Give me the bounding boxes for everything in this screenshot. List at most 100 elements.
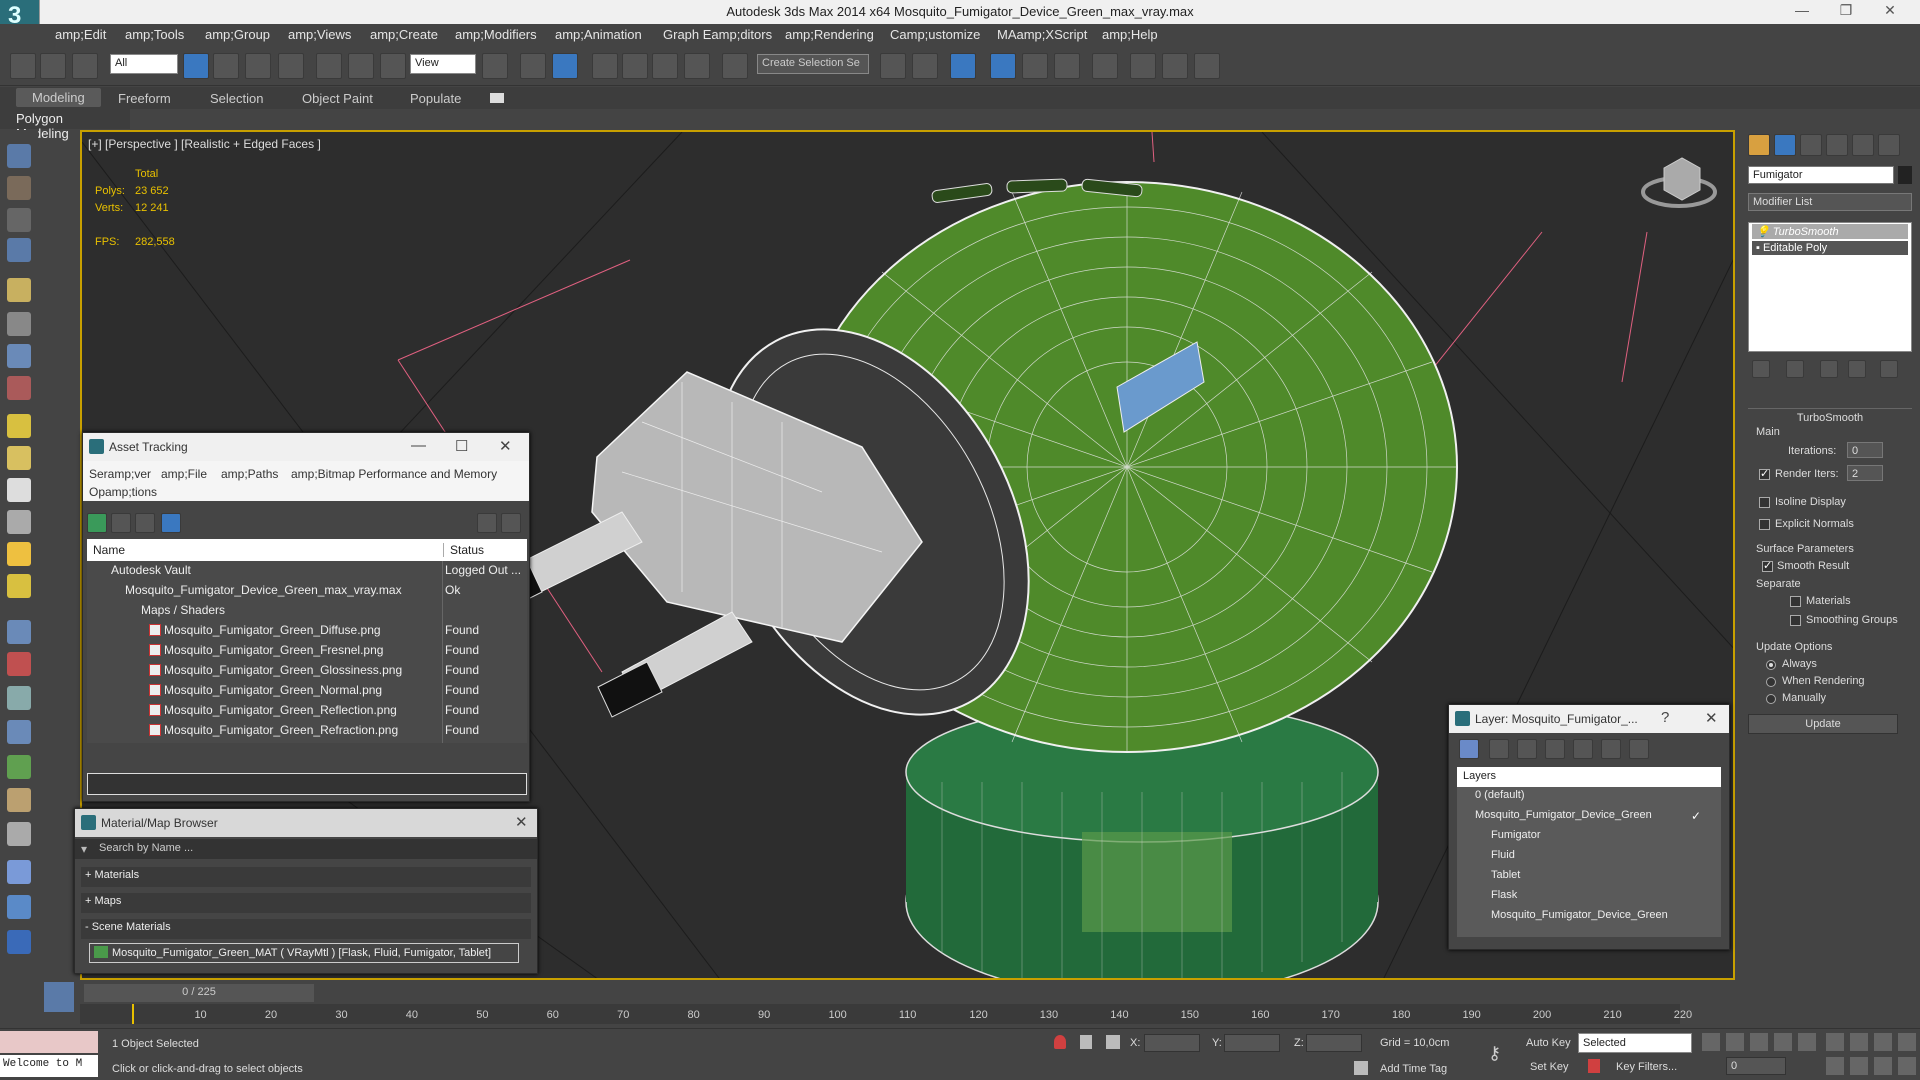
close-icon[interactable]: ✕ xyxy=(515,813,528,831)
list-item[interactable]: Mosquito_Fumigator_Device_Green xyxy=(1491,909,1668,929)
rendered-frame-icon[interactable] xyxy=(1162,53,1188,79)
search-input[interactable]: Search by Name ... xyxy=(99,842,193,854)
table-row[interactable]: Mosquito_Fumigator_Green_Fresnel.png xyxy=(149,643,383,663)
zoom-extents-icon[interactable] xyxy=(1874,1033,1892,1051)
create-layer-icon[interactable] xyxy=(1459,739,1479,759)
render-iters-checkbox[interactable] xyxy=(1759,467,1770,480)
menu-rendering[interactable]: amp;Rendering xyxy=(785,27,874,42)
curve-editor-icon[interactable] xyxy=(1022,53,1048,79)
settings-icon[interactable] xyxy=(501,513,521,533)
goto-start-icon[interactable] xyxy=(1702,1033,1720,1051)
select-object-icon[interactable] xyxy=(183,53,209,79)
link-icon[interactable] xyxy=(10,53,36,79)
play-icon[interactable] xyxy=(1750,1033,1768,1051)
set-key-button[interactable]: Set Key xyxy=(1530,1061,1569,1073)
key-filter-icon[interactable] xyxy=(1588,1059,1600,1073)
menu-paths[interactable]: amp;Paths xyxy=(221,467,278,487)
tab-populate[interactable]: Populate xyxy=(410,91,461,106)
zoom-extents-all-icon[interactable] xyxy=(1898,1033,1916,1051)
camera-icon[interactable] xyxy=(7,312,31,336)
maximize-button[interactable]: ❐ xyxy=(1826,2,1866,22)
table-row[interactable]: Mosquito_Fumigator_Device_Green_max_vray… xyxy=(125,583,402,603)
mirror-icon[interactable] xyxy=(880,53,906,79)
sphere-icon[interactable] xyxy=(7,446,31,470)
rotate-icon[interactable] xyxy=(348,53,374,79)
edit-named-selection-icon[interactable] xyxy=(722,53,748,79)
object-color-swatch[interactable] xyxy=(1898,166,1912,184)
key-icon[interactable]: ⚷ xyxy=(1488,1043,1501,1064)
group-scene-materials[interactable]: - Scene Materials xyxy=(81,919,531,939)
table-row[interactable]: Mosquito_Fumigator_Green_Diffuse.png xyxy=(149,623,381,643)
angle-snap-icon[interactable] xyxy=(622,53,648,79)
selection-filter-select[interactable]: All xyxy=(110,54,178,74)
menu-options[interactable]: Opamp;tions xyxy=(89,485,157,505)
named-selection-set[interactable]: Create Selection Se xyxy=(757,54,869,74)
window-crossing-icon[interactable] xyxy=(278,53,304,79)
sphere-tool-icon[interactable] xyxy=(7,860,31,884)
create-tab-icon[interactable] xyxy=(1748,134,1770,156)
bind-space-warp-icon[interactable] xyxy=(72,53,98,79)
tab-object-paint[interactable]: Object Paint xyxy=(302,91,373,106)
menu-edit[interactable]: amp;Edit xyxy=(55,27,106,42)
maximize-viewport-icon[interactable] xyxy=(1898,1057,1916,1075)
pin-stack-icon[interactable] xyxy=(1752,360,1770,378)
scale-icon[interactable] xyxy=(380,53,406,79)
hide-all-icon[interactable] xyxy=(1601,739,1621,759)
menu-animation[interactable]: amp;Animation xyxy=(555,27,642,42)
x-coordinate-field[interactable] xyxy=(1144,1034,1200,1052)
ribbon-options-icon[interactable] xyxy=(490,93,504,103)
material-browser-titlebar[interactable]: Material/Map Browser ✕ xyxy=(75,809,537,837)
graphite-icon[interactable] xyxy=(7,176,31,200)
scene-material-item[interactable]: Mosquito_Fumigator_Green_MAT ( VRayMtl )… xyxy=(89,943,519,963)
tab-modeling[interactable]: Modeling xyxy=(16,88,101,107)
lock-icon[interactable] xyxy=(1080,1035,1092,1049)
foliage-icon[interactable] xyxy=(7,755,31,779)
refresh-icon[interactable] xyxy=(87,513,107,533)
teapot-icon[interactable] xyxy=(7,478,31,502)
grid-icon[interactable] xyxy=(7,238,31,262)
render-production-icon[interactable] xyxy=(1194,53,1220,79)
field-of-view-icon[interactable] xyxy=(1826,1057,1844,1075)
help-button[interactable]: ? xyxy=(1661,709,1669,726)
select-by-name-icon[interactable] xyxy=(213,53,239,79)
menu-bitmap-performance[interactable]: amp;Bitmap Performance and Memory xyxy=(291,467,497,487)
list-item[interactable]: Fluid xyxy=(1491,849,1515,869)
list-item[interactable]: Tablet xyxy=(1491,869,1520,889)
keyboard-shortcut-icon[interactable] xyxy=(552,53,578,79)
update-button[interactable]: Update xyxy=(1748,714,1898,734)
rectangle-selection-icon[interactable] xyxy=(245,53,271,79)
asset-tracking-titlebar[interactable]: Asset Tracking — ☐ ✕ xyxy=(83,433,529,461)
modifier-list-select[interactable]: Modifier List xyxy=(1748,193,1912,211)
maximize-icon[interactable]: ☐ xyxy=(455,437,468,455)
track-bar[interactable] xyxy=(80,1004,1680,1024)
goto-end-icon[interactable] xyxy=(1798,1033,1816,1051)
calculator-icon[interactable] xyxy=(7,208,31,232)
viewport-label[interactable]: [+] [Perspective ] [Realistic + Edged Fa… xyxy=(88,137,321,151)
minimize-icon[interactable]: — xyxy=(411,437,426,454)
isoline-checkbox[interactable] xyxy=(1759,497,1770,508)
table-row[interactable]: Maps / Shaders xyxy=(141,603,225,623)
iterations-spinner[interactable]: 0 xyxy=(1847,442,1883,458)
materials-checkbox[interactable] xyxy=(1790,596,1801,607)
add-to-layer-icon[interactable] xyxy=(1517,739,1537,759)
make-unique-icon[interactable] xyxy=(1820,360,1838,378)
tab-selection[interactable]: Selection xyxy=(210,91,263,106)
bottle-icon[interactable] xyxy=(7,930,31,954)
table-row[interactable]: Mosquito_Fumigator_Green_Glossiness.png xyxy=(149,663,402,683)
gear-icon[interactable] xyxy=(7,720,31,744)
smoothing-groups-checkbox[interactable] xyxy=(1790,615,1801,626)
column-status[interactable]: Status xyxy=(443,543,484,557)
time-slider[interactable]: 0 / 225 xyxy=(84,984,314,1002)
menu-customize[interactable]: Camp;ustomize xyxy=(890,27,980,42)
align-icon[interactable] xyxy=(912,53,938,79)
always-radio[interactable] xyxy=(1766,660,1776,670)
hair-icon[interactable] xyxy=(7,788,31,812)
paint-icon[interactable] xyxy=(7,652,31,676)
box-icon[interactable] xyxy=(7,414,31,438)
cone-icon[interactable] xyxy=(7,510,31,534)
when-rendering-radio[interactable] xyxy=(1766,677,1776,687)
highlight-layer-icon[interactable] xyxy=(1573,739,1593,759)
table-row[interactable]: Mosquito_Fumigator_Green_Normal.png xyxy=(149,683,382,703)
list-item[interactable]: Fumigator xyxy=(1491,829,1541,849)
display-tab-icon[interactable] xyxy=(1852,134,1874,156)
